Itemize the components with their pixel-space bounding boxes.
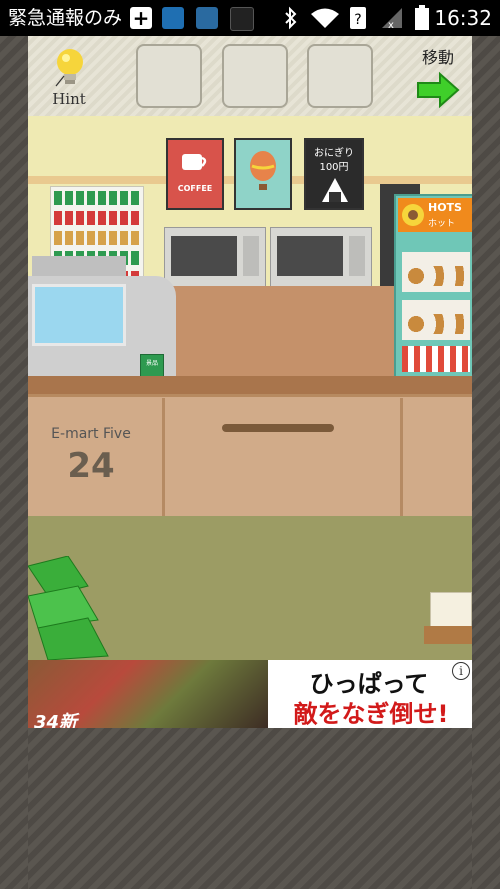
shelf-row: [54, 191, 140, 205]
left-margin: [0, 36, 28, 889]
plus-icon: +: [130, 7, 152, 29]
shelf-row: [54, 211, 140, 225]
counter-panel-divider: [400, 398, 403, 516]
microwave-2[interactable]: [270, 227, 372, 287]
signal-icon: x: [382, 8, 402, 30]
ad-score: 34新: [34, 712, 78, 728]
move-label: 移動: [421, 48, 454, 67]
sunflower-icon: [402, 204, 424, 226]
hint-button[interactable]: Hint: [46, 46, 92, 112]
basket-shelf: [424, 626, 472, 644]
onigiri-poster-line2: 100円: [319, 162, 349, 173]
snack-shelf-fries: [402, 300, 470, 340]
plant-leaves[interactable]: [28, 556, 128, 660]
hot-snack-sign-text: HOTS: [428, 201, 462, 214]
ad-image[interactable]: 34新: [28, 660, 268, 728]
snack-shelf-fried-chicken: [402, 252, 470, 292]
hot-snack-sign-sub: ホット: [428, 219, 456, 229]
ad-info-icon[interactable]: i: [452, 662, 470, 680]
fried-snacks: [406, 314, 466, 334]
bottom-background: [28, 728, 472, 889]
clock: 16:32: [434, 6, 492, 30]
snack-shelf-popcorn: [402, 346, 470, 372]
drawer-handle[interactable]: [222, 424, 334, 432]
svg-text:?: ?: [354, 12, 361, 28]
store-number: 24: [67, 446, 115, 486]
balloon-poster[interactable]: [234, 138, 292, 210]
no-sim-icon: ?: [350, 7, 366, 29]
news-app-icon: [162, 7, 184, 29]
game-app-icon: [230, 7, 254, 31]
lightbulb-icon: [55, 49, 83, 87]
right-margin: [472, 36, 500, 889]
move-button[interactable]: 移動: [410, 44, 466, 110]
hot-snack-sign: HOTS ホット: [398, 198, 472, 232]
game-toolbar: Hint 移動: [28, 36, 472, 116]
arrow-right-icon: [417, 72, 460, 108]
register-screen: [32, 284, 126, 346]
hot-air-balloon-icon: [250, 151, 276, 190]
ad-subheadline: 敵をなぎ倒せ!: [293, 700, 449, 728]
battery-icon: [415, 5, 429, 30]
coffee-cup-icon: [182, 154, 207, 170]
counter-panel-divider: [162, 398, 165, 516]
coffee-poster[interactable]: COFFEE: [166, 138, 224, 210]
news-app-icon: [196, 7, 218, 29]
hot-snack-case[interactable]: HOTS ホット: [394, 194, 472, 380]
microwave-door: [277, 236, 343, 276]
snack-basket[interactable]: [424, 576, 472, 646]
microwave-door: [171, 236, 237, 276]
fried-chicken: [406, 266, 466, 286]
ad-banner[interactable]: 34新 ひっぱって 敵をなぎ倒せ! i: [28, 660, 472, 728]
microwave-1[interactable]: [164, 227, 266, 287]
shelf-row: [54, 231, 140, 245]
counter-top: [28, 376, 472, 394]
bluetooth-icon: [285, 6, 297, 30]
item-slot-1[interactable]: [136, 44, 202, 108]
register-display: [32, 256, 126, 276]
status-bar: 緊急通報のみ + ? x 16:32: [0, 0, 500, 36]
wifi-icon: [311, 8, 339, 28]
svg-text:x: x: [388, 20, 394, 30]
coffee-poster-label: COFFEE: [177, 184, 213, 193]
item-slot-3[interactable]: [307, 44, 373, 108]
store-name: E-mart Five: [51, 426, 131, 442]
hint-label: Hint: [52, 90, 86, 108]
onigiri-poster[interactable]: おにぎり 100円: [304, 138, 364, 210]
game-area: Hint 移動 COFFEE おにぎり 100円 HOTS ホット 景品 E-m…: [28, 36, 472, 660]
onigiri-poster-line1: おにぎり: [314, 148, 354, 159]
onigiri-icon: [322, 178, 348, 202]
item-box-label: 景品: [145, 360, 158, 367]
microwave-panel: [243, 236, 259, 276]
item-slot-2[interactable]: [222, 44, 288, 108]
microwave-panel: [349, 236, 365, 276]
carrier-text: 緊急通報のみ: [8, 7, 123, 29]
basket-items: [430, 592, 472, 628]
